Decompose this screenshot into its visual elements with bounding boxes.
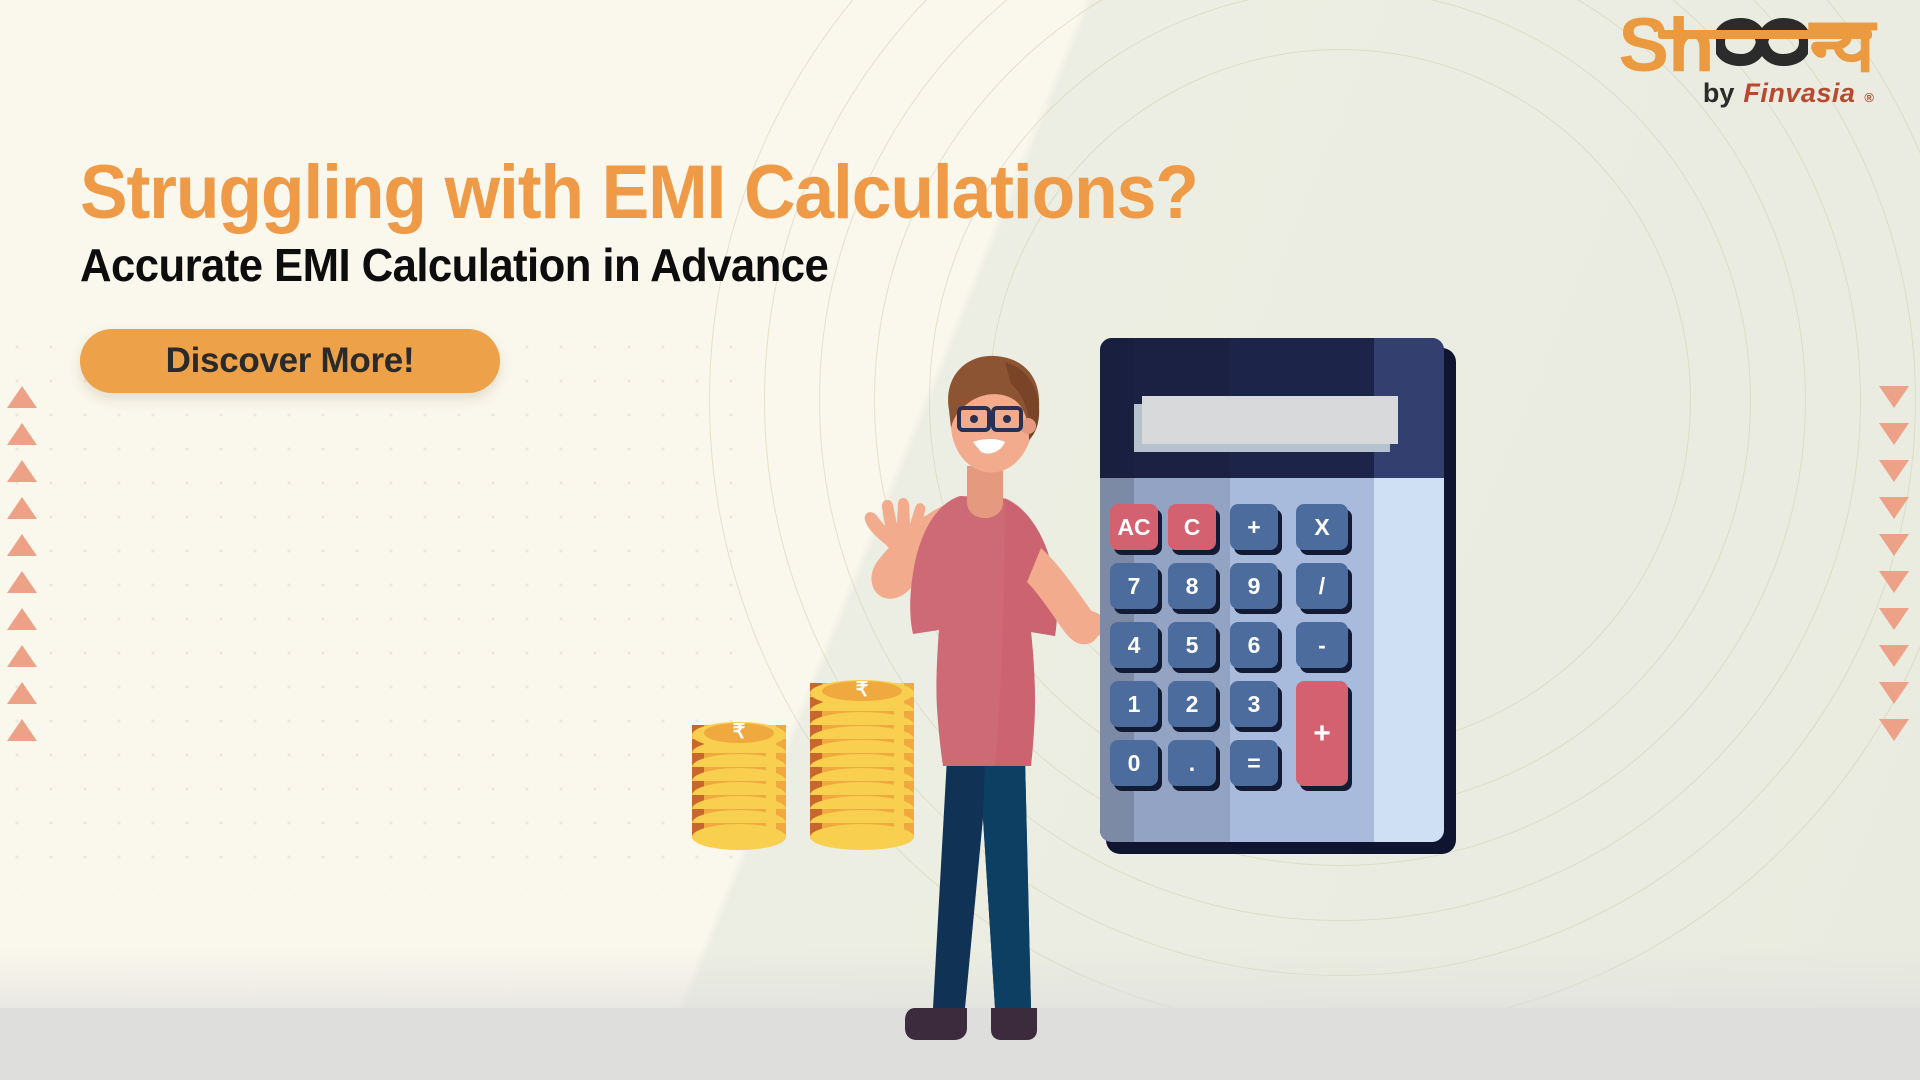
calculator-key-6[interactable]: 6 <box>1230 622 1278 668</box>
decor-triangle-down <box>1879 571 1909 593</box>
decor-triangle-down <box>1879 645 1909 667</box>
calculator-key-9[interactable]: 9 <box>1230 563 1278 609</box>
brand-logo[interactable]: Sh न्य by Finvasia ® <box>1574 3 1875 109</box>
calculator-key-4[interactable]: 4 <box>1110 622 1158 668</box>
coin-stack: ₹ <box>690 716 788 850</box>
logo-text-prefix: Sh <box>1618 3 1714 88</box>
decor-triangle-up <box>7 682 37 704</box>
left-triangle-rail <box>2 386 42 741</box>
logo-wordmark: Sh न्य <box>1574 3 1875 88</box>
discover-more-button[interactable]: Discover More! <box>80 329 500 393</box>
decor-triangle-up <box>7 386 37 408</box>
decor-triangle-down <box>1879 719 1909 741</box>
decor-triangle-up <box>7 608 37 630</box>
calculator-key-2[interactable]: 2 <box>1168 681 1216 727</box>
calculator-key-minus[interactable]: - <box>1296 622 1348 668</box>
decor-triangle-up <box>7 423 37 445</box>
logo-devanagari-bar <box>1658 30 1872 39</box>
right-triangle-rail <box>1874 386 1914 741</box>
calculator-key-8[interactable]: 8 <box>1168 563 1216 609</box>
calculator-key-7[interactable]: 7 <box>1110 563 1158 609</box>
calculator-key-ac[interactable]: AC <box>1110 504 1158 550</box>
background-dot-pattern <box>0 330 760 890</box>
svg-text:₹: ₹ <box>733 721 746 743</box>
decor-triangle-up <box>7 534 37 556</box>
hero-banner: Sh न्य by Finvasia ® Struggling with EMI… <box>0 0 1920 1080</box>
decor-triangle-up <box>7 645 37 667</box>
logo-text-suffix: न्य <box>1809 3 1875 88</box>
decor-triangle-up <box>7 497 37 519</box>
coin-stack: ₹ <box>808 674 916 850</box>
calculator-key-c[interactable]: C <box>1168 504 1216 550</box>
decor-triangle-up <box>7 719 37 741</box>
calculator-key-equals[interactable]: = <box>1230 740 1278 786</box>
calculator-key-1[interactable]: 1 <box>1110 681 1158 727</box>
calculator-keys: AC C + X 7 8 9 / 4 5 6- 1 2 3 +0. = <box>1100 478 1444 842</box>
calculator-illustration: AC C + X 7 8 9 / 4 5 6- 1 2 3 +0. = <box>1100 338 1456 854</box>
decor-triangle-down <box>1879 608 1909 630</box>
registered-trademark-icon: ® <box>1864 90 1874 106</box>
decor-triangle-down <box>1879 682 1909 704</box>
decor-triangle-up <box>7 571 37 593</box>
decor-triangle-down <box>1879 386 1909 408</box>
calculator-key-3[interactable]: 3 <box>1230 681 1278 727</box>
infinity-icon <box>1712 10 1811 82</box>
coin-stacks-illustration: ₹ ₹ <box>690 679 930 850</box>
calculator-key-divide[interactable]: / <box>1296 563 1348 609</box>
calculator-key-0[interactable]: 0 <box>1110 740 1158 786</box>
calculator-key-plus[interactable]: + <box>1296 681 1348 786</box>
calculator-display <box>1142 396 1398 444</box>
calculator-body: AC C + X 7 8 9 / 4 5 6- 1 2 3 +0. = <box>1100 338 1444 842</box>
calculator-key-plus[interactable]: + <box>1230 504 1278 550</box>
decor-triangle-down <box>1879 534 1909 556</box>
decor-triangle-down <box>1879 423 1909 445</box>
calculator-key-5[interactable]: 5 <box>1168 622 1216 668</box>
calculator-key-multiply[interactable]: X <box>1296 504 1348 550</box>
decor-triangle-down <box>1879 460 1909 482</box>
page-subtitle: Accurate EMI Calculation in Advance <box>80 239 829 291</box>
decor-triangle-up <box>7 460 37 482</box>
svg-text:₹: ₹ <box>856 679 869 701</box>
calculator-key-dot[interactable]: . <box>1168 740 1216 786</box>
decor-triangle-down <box>1879 497 1909 519</box>
page-title: Struggling with EMI Calculations? <box>80 150 1199 235</box>
